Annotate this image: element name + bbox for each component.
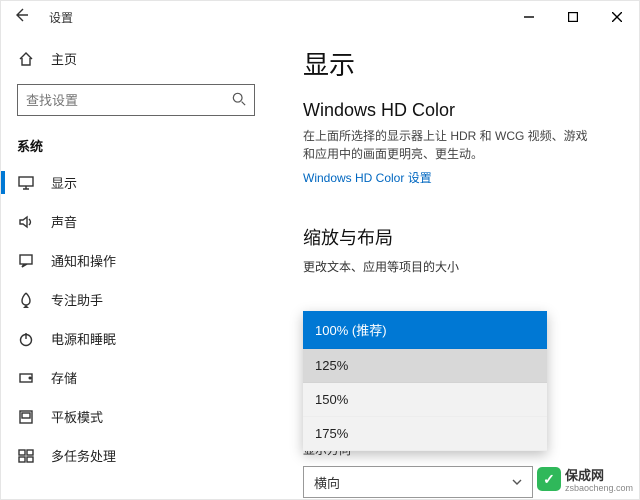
sidebar-item-label: 声音: [51, 212, 77, 231]
storage-icon: [17, 370, 35, 386]
sidebar-item-focus-assist[interactable]: 专注助手: [1, 280, 271, 319]
focus-icon: [17, 292, 35, 308]
sidebar-item-storage[interactable]: 存储: [1, 358, 271, 397]
hd-color-link[interactable]: Windows HD Color 设置: [303, 169, 432, 186]
home-label: 主页: [51, 49, 77, 68]
sidebar-item-label: 存储: [51, 368, 77, 387]
content: 主页 系统 显示 声音 通知和操作: [1, 33, 639, 499]
sidebar-item-label: 多任务处理: [51, 446, 116, 465]
sidebar-item-multitask[interactable]: 多任务处理: [1, 436, 271, 475]
dropdown-option[interactable]: 125%: [303, 349, 547, 383]
settings-window: 设置 主页 系统 显示: [0, 0, 640, 500]
multitask-icon: [17, 448, 35, 464]
sidebar-item-label: 通知和操作: [51, 251, 116, 270]
sidebar: 主页 系统 显示 声音 通知和操作: [1, 33, 271, 499]
sidebar-item-display[interactable]: 显示: [1, 163, 271, 202]
home-icon: [17, 51, 35, 67]
titlebar: 设置: [1, 1, 639, 33]
scale-label: 更改文本、应用等项目的大小: [303, 258, 607, 275]
home-link[interactable]: 主页: [1, 41, 271, 76]
category-header: 系统: [1, 124, 271, 163]
main-panel: 显示 Windows HD Color 在上面所选择的显示器上让 HDR 和 W…: [271, 33, 639, 499]
scale-dropdown: 100% (推荐) 125% 150% 175%: [303, 311, 547, 451]
power-icon: [17, 331, 35, 347]
chevron-down-icon: [512, 477, 522, 488]
titlebar-left: 设置: [9, 3, 73, 32]
sidebar-item-label: 显示: [51, 173, 77, 192]
watermark-text: 保成网 zsbaocheng.com: [565, 465, 633, 493]
sound-icon: [17, 214, 35, 230]
close-button[interactable]: [595, 2, 639, 32]
sidebar-item-label: 平板模式: [51, 407, 103, 426]
window-controls: [507, 2, 639, 32]
minimize-button[interactable]: [507, 2, 551, 32]
dropdown-option[interactable]: 150%: [303, 383, 547, 417]
sidebar-item-label: 电源和睡眠: [51, 329, 116, 348]
watermark-brand: 保成网: [565, 468, 604, 483]
watermark: ✓ 保成网 zsbaocheng.com: [537, 465, 633, 493]
page-title: 显示: [303, 45, 607, 82]
search-input[interactable]: [26, 93, 232, 108]
maximize-button[interactable]: [551, 2, 595, 32]
scale-heading: 缩放与布局: [303, 224, 607, 250]
search-box[interactable]: [17, 84, 255, 116]
hd-color-heading: Windows HD Color: [303, 100, 607, 121]
watermark-url: zsbaocheng.com: [565, 484, 633, 493]
hd-color-desc: 在上面所选择的显示器上让 HDR 和 WCG 视频、游戏和应用中的画面更明亮、更…: [303, 127, 593, 163]
sidebar-item-notifications[interactable]: 通知和操作: [1, 241, 271, 280]
window-title: 设置: [49, 9, 73, 26]
search-icon: [232, 92, 246, 109]
monitor-icon: [17, 175, 35, 191]
tablet-icon: [17, 409, 35, 425]
sidebar-item-power[interactable]: 电源和睡眠: [1, 319, 271, 358]
nav-list: 显示 声音 通知和操作 专注助手 电源和睡眠: [1, 163, 271, 499]
sidebar-item-label: 专注助手: [51, 290, 103, 309]
sidebar-item-sound[interactable]: 声音: [1, 202, 271, 241]
back-button[interactable]: [9, 3, 33, 32]
orientation-select[interactable]: 横向: [303, 466, 533, 498]
watermark-badge-icon: ✓: [537, 467, 561, 491]
notification-icon: [17, 253, 35, 269]
dropdown-option[interactable]: 100% (推荐): [303, 311, 547, 349]
dropdown-option[interactable]: 175%: [303, 417, 547, 451]
sidebar-item-tablet[interactable]: 平板模式: [1, 397, 271, 436]
orientation-value: 横向: [314, 473, 340, 492]
